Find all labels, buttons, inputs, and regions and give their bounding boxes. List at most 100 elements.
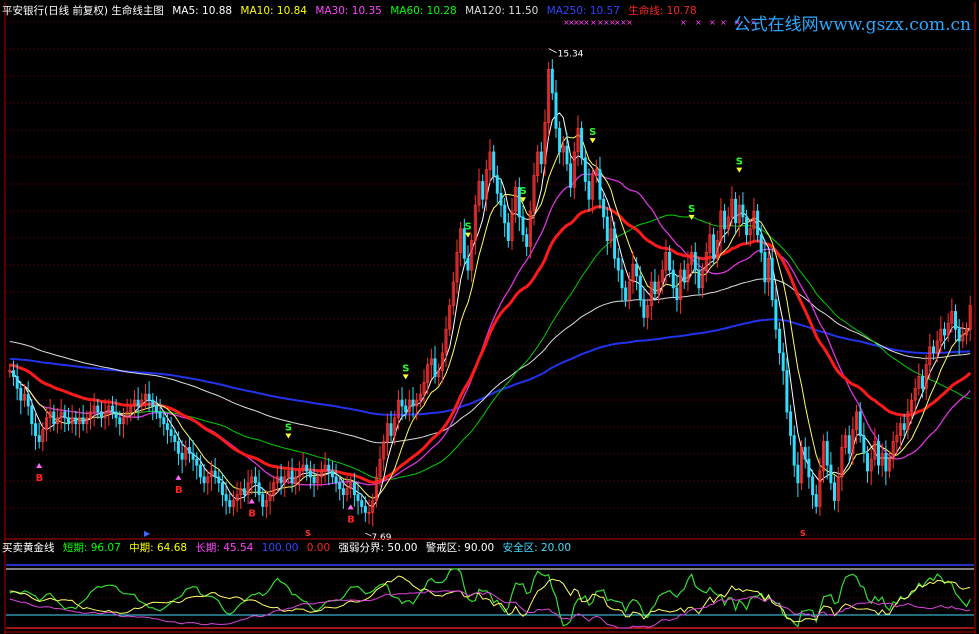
candle-body [114,411,118,419]
legend-lifeline: 生命线: 10.78 [628,5,697,17]
candle-body [642,299,646,318]
candle-body [668,251,672,271]
candle-body [338,482,342,490]
high-label: 15.34 [558,50,584,60]
main-legend: 平安银行(日线 前复权) 生命线主图 MA5: 10.88 MA10: 10.8… [2,4,702,18]
candle-body [495,175,499,194]
cross-marker: × [590,18,597,27]
candle-body [191,452,195,460]
candle-body [789,411,793,436]
sell-arrow [465,232,472,238]
candle-body [723,210,727,230]
candle-body [866,452,870,472]
candle-body [11,370,15,377]
candle-body [147,393,151,401]
candle-body [356,494,360,501]
candle-body [96,405,100,413]
candle-body [154,405,158,413]
candle-body [411,399,415,407]
candle-body [682,269,686,283]
candle-body [921,376,925,389]
candle-body [712,234,716,259]
lifeline-line [9,205,972,484]
candle-body [616,257,620,271]
candle-body [63,411,67,419]
bottom-marker: ▶ [144,529,151,538]
ma120-line [9,278,971,444]
legend-ma120: MA120: 11.50 [465,5,539,17]
buy-arrow [347,504,354,510]
candle-body [305,464,309,472]
candle-body [404,405,408,413]
cross-marker: × [680,18,687,27]
sell-signal-label: S [688,204,695,215]
candle-body [352,482,356,495]
candle-body [187,446,191,454]
candle-body [620,269,624,289]
candle-body [19,387,23,401]
legend-ma10: MA10: 10.84 [240,5,307,17]
legend-ma5: MA5: 10.88 [172,5,233,17]
candlesticks [8,59,972,527]
candle-body [602,198,606,218]
buy-signal-label: B [248,509,256,520]
candle-body [499,192,503,206]
candle-body [100,411,104,419]
legend-ma60: MA60: 10.28 [390,5,457,17]
candle-body [598,169,602,200]
buy-signal-label: B [175,485,183,496]
candle-body [759,234,763,253]
sell-arrow [589,138,596,144]
candle-body [290,470,294,484]
candle-body [433,358,437,377]
candle-body [605,216,609,242]
candle-body [195,458,199,466]
candle-body [165,423,169,431]
candle-body [624,287,628,301]
sub-mid: 中期: 64.68 [129,542,188,554]
candle-body [213,470,217,478]
bottom-marker: S [800,529,806,538]
candle-body [671,269,675,289]
candle-body [279,476,283,484]
candle-body [957,328,961,342]
candle-body [34,423,38,436]
watermark: 公式在线网www.gszx.com.cn [733,15,971,35]
candle-body [162,417,166,425]
candle-body [778,328,782,354]
sub-short: 短期: 96.07 [62,542,121,554]
candle-body [554,92,558,129]
candle-body [745,216,749,236]
candle-body [550,68,554,94]
sell-arrow [402,374,409,380]
candle-body [792,435,796,466]
candle-body [814,494,818,507]
candle-body [67,417,71,425]
bottom-marker: S [305,529,311,538]
candle-body [228,500,232,507]
sub-100: 100.00 [261,542,299,554]
candle-body [118,417,122,425]
high-leader [548,48,557,53]
candle-body [613,228,617,259]
candle-body [506,222,510,241]
candle-body [862,435,866,454]
candle-body [308,470,312,478]
candle-body [360,500,364,507]
chart-title: 平安银行(日线 前复权) 生命线主图 [2,5,164,17]
candle-body [943,328,947,336]
candle-body [26,393,30,407]
candle-body [734,198,738,224]
candle-body [74,417,78,425]
candle-body [111,405,115,413]
sell-signal-label: S [285,423,292,434]
candle-body [877,441,881,466]
sub-long: 长期: 45.54 [195,542,254,554]
top-cross-markers: ××××× × × × ×× × × × × × × × × [563,18,757,27]
candle-body [363,506,367,513]
candle-body [770,257,774,301]
stock-chart[interactable]: BBBBSSSSSSS▶ S S ××××× × × × ×× × × × × × × × × 15.347… [0,0,979,634]
candle-body [261,494,265,507]
candle-body [15,376,19,389]
candle-body [202,476,206,484]
